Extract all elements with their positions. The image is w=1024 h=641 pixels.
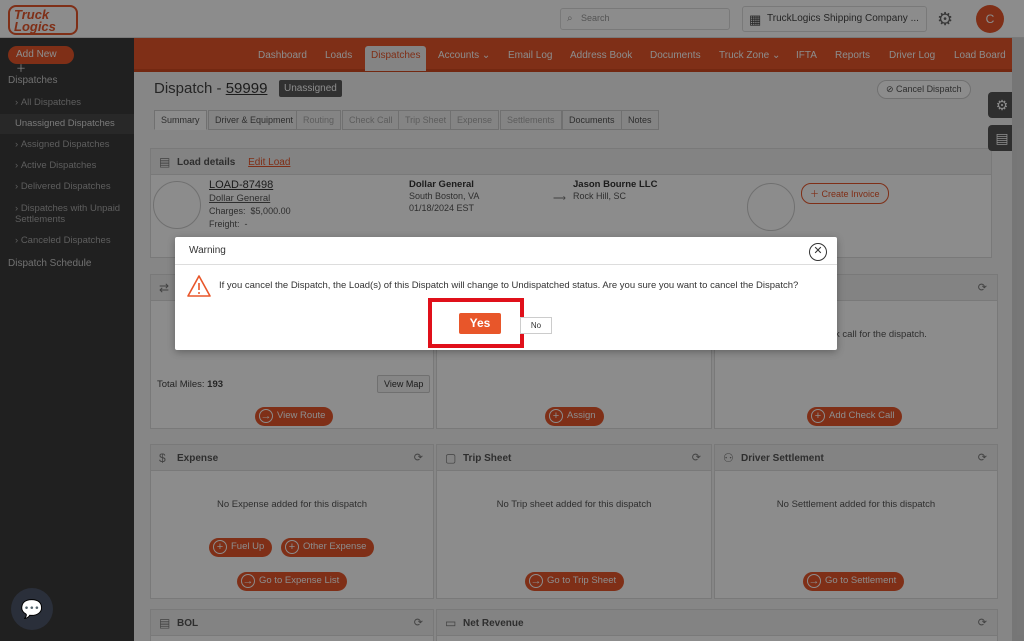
chat-icon[interactable]: 💬 xyxy=(11,588,53,630)
yes-button[interactable]: Yes xyxy=(459,313,501,334)
warning-dialog: Warning ✕ If you cancel the Dispatch, th… xyxy=(175,237,837,350)
no-button[interactable]: No xyxy=(520,317,552,334)
dialog-header: Warning ✕ xyxy=(175,237,837,265)
dialog-title: Warning xyxy=(189,245,226,256)
warning-icon xyxy=(187,275,211,297)
dialog-message: If you cancel the Dispatch, the Load(s) … xyxy=(219,280,799,291)
close-icon[interactable]: ✕ xyxy=(809,243,827,261)
